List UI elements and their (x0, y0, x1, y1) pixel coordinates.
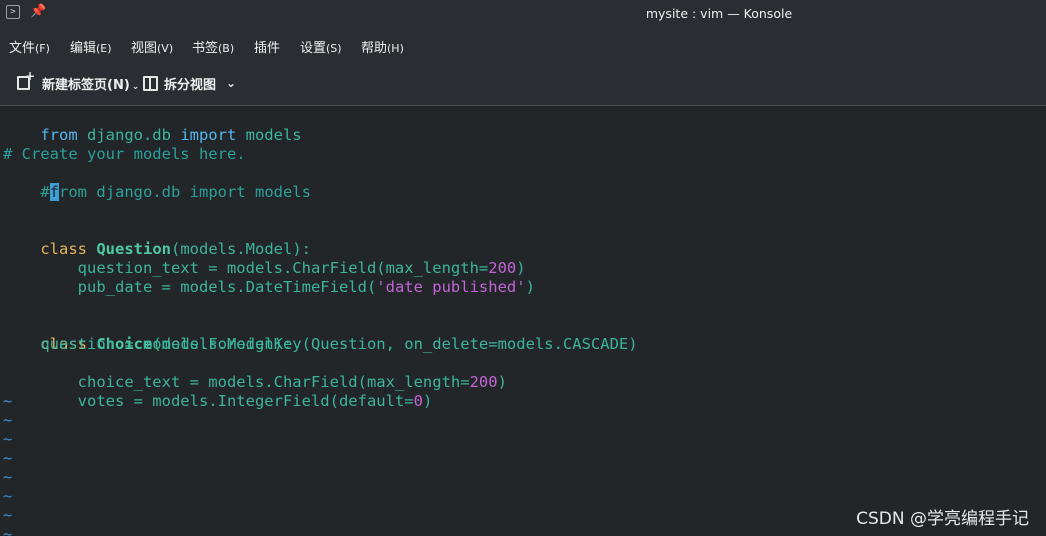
menu-view-accel: (V) (157, 42, 174, 55)
empty-line-marker: ~ (3, 525, 13, 536)
menu-help-label: 帮助 (361, 41, 388, 56)
class-definition: class Choice(models.Model): (3, 316, 292, 353)
title-bar: > 📌 mysite : vim — Konsole (0, 0, 1046, 28)
class-definition: class Question(models.Model): (3, 221, 311, 258)
code-text: pub_date = models.DateTimeField( (40, 278, 377, 296)
number-literal: 200 (469, 373, 498, 391)
menu-settings-accel: (S) (326, 42, 342, 55)
empty-line-marker: ~ (3, 392, 13, 410)
split-view-button[interactable]: 拆分视图 ⌄ (143, 72, 236, 94)
menu-bookmarks[interactable]: 书签(B) (192, 37, 234, 56)
menu-settings[interactable]: 设置(S) (300, 37, 342, 56)
empty-line-marker: ~ (3, 449, 13, 467)
code-text: ) (525, 278, 535, 296)
new-tab-icon (17, 69, 35, 90)
new-tab-button[interactable]: 新建标签页(N) ⌄ (17, 69, 140, 94)
empty-line-marker: ~ (3, 506, 13, 524)
menu-file-accel: (F) (35, 42, 50, 55)
text-cursor: f (49, 183, 60, 201)
code-text: models (236, 126, 302, 144)
menu-edit-accel: (E) (96, 42, 112, 55)
menu-view-label: 视图 (131, 41, 158, 56)
code-line: question = models.ForeignKey(Question, o… (3, 335, 638, 353)
menu-plugins[interactable]: 插件 (254, 37, 280, 56)
menu-file[interactable]: 文件(F) (9, 37, 50, 56)
string-literal: 'date published' (376, 278, 526, 296)
comment-hash: # (40, 183, 50, 201)
window-title: mysite : vim — Konsole (645, 6, 793, 21)
number-literal: 0 (413, 392, 423, 410)
code-line: question_text = models.CharField(max_len… (3, 240, 526, 277)
code-line: pub_date = models.DateTimeField('date pu… (3, 259, 535, 296)
menu-bookmarks-label: 书签 (192, 41, 219, 56)
menu-edit-label: 编辑 (70, 41, 97, 56)
split-view-label: 拆分视图 (164, 77, 217, 93)
menu-bookmarks-accel: (B) (218, 42, 235, 55)
menu-file-label: 文件 (9, 41, 36, 56)
code-text: ) (497, 373, 507, 391)
chevron-down-icon[interactable]: ⌄ (226, 76, 236, 90)
empty-line-marker: ~ (3, 430, 13, 448)
menu-settings-label: 设置 (300, 41, 327, 56)
keyword: from (40, 126, 78, 144)
code-line: choice_text = models.CharField(max_lengt… (3, 354, 507, 391)
empty-line-marker: ~ (3, 487, 13, 505)
empty-line-marker: ~ (3, 411, 13, 429)
vim-editor[interactable]: from django.db import models # Create yo… (0, 106, 1046, 536)
toolbar: 新建标签页(N) ⌄ 拆分视图 ⌄ (0, 62, 1046, 106)
menu-help-accel: (H) (387, 42, 404, 55)
new-tab-label: 新建标签页(N) (42, 77, 130, 93)
split-view-icon (143, 75, 158, 91)
code-line: votes = models.IntegerField(default=0) (3, 373, 433, 410)
code-text: votes = models.IntegerField(default= (40, 392, 414, 410)
comment-line: # Create your models here. (3, 145, 246, 163)
chevron-down-icon[interactable]: ⌄ (132, 82, 140, 92)
menu-bar: 文件(F) 编辑(E) 视图(V) 书签(B) 插件 设置(S) 帮助(H) (0, 28, 1046, 62)
menu-plugins-label: 插件 (254, 41, 281, 56)
comment-text: rom django.db import models (59, 183, 311, 201)
keyword: import (180, 126, 237, 144)
code-line: from django.db import models (3, 107, 301, 144)
code-text: django.db (77, 126, 181, 144)
menu-view[interactable]: 视图(V) (131, 37, 173, 56)
menu-help[interactable]: 帮助(H) (361, 37, 404, 56)
comment-line: #from django.db import models (3, 164, 311, 201)
code-text: ) (422, 392, 433, 410)
menu-edit[interactable]: 编辑(E) (70, 37, 112, 56)
watermark: CSDN @学亮编程手记 (856, 509, 1029, 529)
empty-line-marker: ~ (3, 468, 13, 486)
